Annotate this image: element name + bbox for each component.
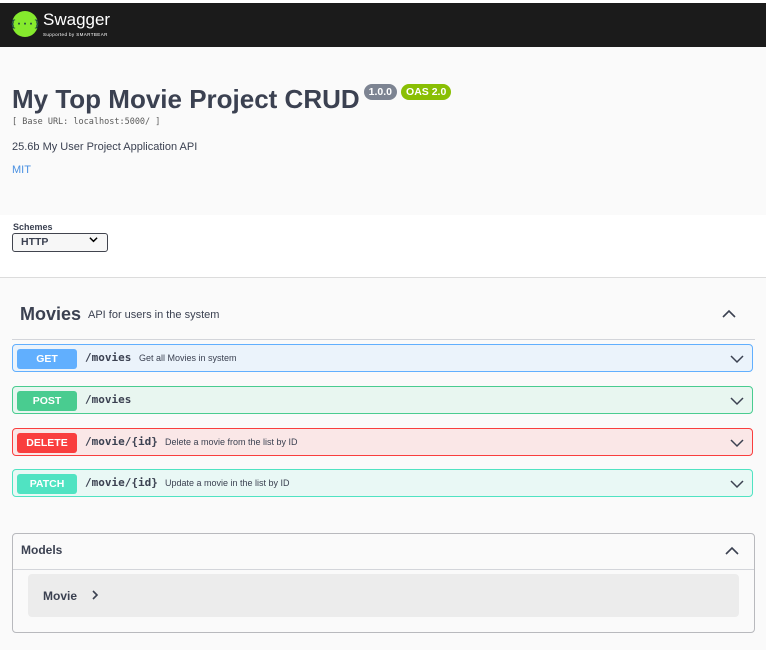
chevron-down-icon[interactable]	[730, 436, 744, 450]
schemes-section: Schemes HTTP	[0, 215, 766, 278]
chevron-down-icon	[89, 235, 98, 247]
chevron-down-icon[interactable]	[730, 394, 744, 408]
operation-delete-movie[interactable]: DELETE /movie/{id} Delete a movie from t…	[12, 428, 753, 456]
brand-subtitle: Supported by SMARTBEAR	[43, 32, 108, 37]
oas-badge: OAS 2.0	[401, 84, 452, 100]
model-name: Movie	[43, 589, 78, 603]
operation-path: /movies	[85, 351, 132, 364]
models-title: Models	[21, 543, 63, 557]
operation-get-movies[interactable]: GET /movies Get all Movies in system	[12, 344, 753, 372]
models-section: Models Movie	[12, 533, 755, 633]
api-title: My Top Movie Project CRUD	[12, 84, 360, 114]
method-badge-delete: DELETE	[17, 433, 77, 453]
topbar: {···} Swagger Supported by SMARTBEAR	[0, 0, 766, 47]
api-description: 25.6b My User Project Application API	[12, 141, 198, 153]
brand-name[interactable]: Swagger	[43, 10, 110, 30]
schemes-selected-value: HTTP	[21, 236, 49, 248]
chevron-up-icon[interactable]	[724, 543, 740, 559]
model-item-movie[interactable]: Movie	[28, 574, 739, 617]
operation-post-movies[interactable]: POST /movies	[12, 386, 753, 414]
method-badge-post: POST	[17, 391, 77, 411]
operation-path: /movie/{id}	[85, 435, 158, 448]
operation-patch-movie[interactable]: PATCH /movie/{id} Update a movie in the …	[12, 469, 753, 497]
operation-summary: Update a movie in the list by ID	[165, 478, 290, 488]
method-badge-patch: PATCH	[17, 474, 77, 494]
tag-name: Movies	[20, 304, 82, 324]
base-url: [ Base URL: localhost:5000/ ]	[12, 117, 161, 127]
schemes-label: Schemes	[13, 222, 53, 232]
operation-path: /movies	[85, 393, 132, 406]
license-link[interactable]: MIT	[12, 164, 31, 176]
api-info: My Top Movie Project CRUD 1.0.0 OAS 2.0	[12, 84, 452, 115]
version-badge: 1.0.0	[363, 84, 398, 100]
chevron-right-icon[interactable]	[90, 589, 100, 601]
chevron-up-icon[interactable]	[721, 306, 737, 322]
chevron-down-icon[interactable]	[730, 352, 744, 366]
operation-summary: Get all Movies in system	[139, 353, 237, 363]
operation-path: /movie/{id}	[85, 476, 158, 489]
operation-summary: Delete a movie from the list by ID	[165, 437, 298, 447]
page-title: My Top Movie Project CRUD 1.0.0 OAS 2.0	[12, 84, 452, 115]
tag-movies-header[interactable]: Movies API for users in the system	[12, 296, 755, 340]
chevron-down-icon[interactable]	[730, 477, 744, 491]
swagger-logo-icon[interactable]: {···}	[10, 11, 40, 37]
models-header[interactable]: Models	[13, 534, 754, 570]
tag-description: API for users in the system	[88, 309, 220, 321]
schemes-select[interactable]: HTTP	[12, 233, 108, 252]
method-badge-get: GET	[17, 349, 77, 369]
